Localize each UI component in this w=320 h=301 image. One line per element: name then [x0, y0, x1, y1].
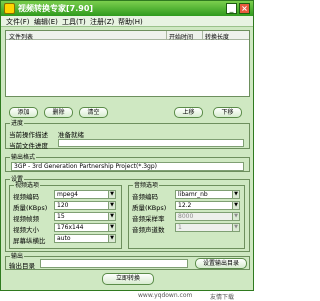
progress-group: 进度 当前操作描述 准备就绪 当前文件进度 — [5, 120, 250, 150]
video-codec-value: mpeg4 — [57, 191, 78, 198]
chevron-down-icon: ▼ — [108, 202, 115, 209]
convert-button[interactable]: 立即转换 — [102, 273, 154, 285]
audio-samplerate-value: 8000 — [178, 213, 194, 220]
current-operation-label: 当前操作描述 — [9, 131, 48, 139]
window-title: 视频转换专家[7.90] — [18, 4, 94, 13]
delete-button[interactable]: 删除 — [44, 107, 73, 118]
chevron-down-icon: ▼ — [232, 202, 239, 209]
video-framerate-label: 视频帧频 — [13, 215, 39, 223]
menu-register[interactable]: 注册(Z) — [90, 17, 114, 27]
app-icon — [4, 3, 15, 14]
video-codec-select[interactable]: mpeg4 ▼ — [54, 190, 116, 199]
audio-channels-label: 音频声道数 — [132, 226, 165, 234]
chevron-down-icon: ▼ — [108, 235, 115, 242]
audio-samplerate-select: 8000 ▼ — [175, 212, 240, 221]
audio-channels-value: 1 — [178, 224, 182, 231]
video-options-group: 视频选项 视频编码 mpeg4 ▼ 质量(KBps) 120 ▼ 视频帧频 15 ▼ … — [9, 182, 122, 249]
video-codec-label: 视频编码 — [13, 193, 39, 201]
audio-options-legend: 音频选项 — [133, 182, 160, 189]
video-quality-select[interactable]: 120 ▼ — [54, 201, 116, 210]
output-format-value: 3GP - 3rd Generation Partnership Project… — [14, 163, 158, 170]
clear-button[interactable]: 清空 — [79, 107, 108, 118]
main-window: 视频转换专家[7.90] _ × 文件(F) 编辑(E) 工具(T) 注册(Z)… — [0, 0, 254, 291]
video-size-label: 视频大小 — [13, 226, 39, 234]
output-dir-label: 输出目录 — [9, 262, 35, 270]
move-up-button[interactable]: 上移 — [174, 107, 203, 118]
current-operation-value: 准备就绪 — [58, 131, 84, 139]
output-format-legend: 输出格式 — [10, 154, 37, 161]
add-button[interactable]: 添加 — [9, 107, 38, 118]
audio-options-group: 音频选项 音频编码 libamr_nb ▼ 质量(KBps) 12.2 ▼ 音频采样… — [128, 182, 245, 249]
settings-group: 设置 视频选项 视频编码 mpeg4 ▼ 质量(KBps) 120 ▼ 视频帧频 1… — [5, 176, 250, 252]
output-format-select[interactable]: 3GP - 3rd Generation Partnership Project… — [11, 162, 244, 171]
aspect-ratio-select[interactable]: auto ▼ — [54, 234, 116, 243]
progress-legend: 进度 — [10, 120, 25, 127]
column-start-time[interactable]: 开始时间 — [169, 32, 193, 41]
menu-tools[interactable]: 工具(T) — [62, 17, 86, 27]
move-down-button[interactable]: 下移 — [213, 107, 242, 118]
minimize-button[interactable]: _ — [226, 3, 237, 14]
audio-samplerate-label: 音频采样率 — [132, 215, 165, 223]
chevron-down-icon: ▼ — [108, 191, 115, 198]
menu-edit[interactable]: 编辑(E) — [34, 17, 58, 27]
audio-codec-select[interactable]: libamr_nb ▼ — [175, 190, 240, 199]
title-bar[interactable]: 视频转换专家[7.90] _ × — [1, 1, 253, 16]
video-quality-label: 质量(KBps) — [13, 204, 48, 212]
column-length[interactable]: 转换长度 — [205, 32, 229, 41]
audio-channels-select: 1 ▼ — [175, 223, 240, 232]
aspect-ratio-label: 屏幕纵横比 — [13, 237, 46, 245]
output-group: 输出 输出目录 设置输出目录 — [5, 253, 250, 270]
set-output-dir-button[interactable]: 设置输出目录 — [195, 258, 247, 269]
chevron-down-icon: ▼ — [232, 224, 239, 231]
aspect-ratio-value: auto — [57, 235, 71, 242]
column-file[interactable]: 文件列表 — [9, 32, 33, 41]
chevron-down-icon: ▼ — [108, 213, 115, 220]
audio-codec-label: 音频编码 — [132, 193, 158, 201]
audio-quality-select[interactable]: 12.2 ▼ — [175, 201, 240, 210]
chevron-down-icon: ▼ — [232, 191, 239, 198]
chevron-down-icon: ▼ — [108, 224, 115, 231]
video-options-legend: 视频选项 — [14, 182, 41, 189]
menu-help[interactable]: 帮助(H) — [118, 17, 143, 27]
video-framerate-value: 15 — [57, 213, 65, 220]
output-dir-input[interactable] — [40, 259, 188, 268]
video-size-select[interactable]: 176x144 ▼ — [54, 223, 116, 232]
file-progress-bar — [58, 139, 244, 147]
file-list-header: 文件列表 开始时间 转换长度 — [6, 31, 249, 41]
video-size-value: 176x144 — [57, 224, 84, 231]
file-progress-label: 当前文件进度 — [9, 142, 48, 150]
output-legend: 输出 — [10, 253, 25, 260]
close-button[interactable]: × — [239, 3, 250, 14]
watermark-bar: www.yqdown.com 友情下载 — [0, 291, 254, 301]
video-framerate-select[interactable]: 15 ▼ — [54, 212, 116, 221]
chevron-down-icon: ▼ — [232, 213, 239, 220]
menu-file[interactable]: 文件(F) — [6, 17, 30, 27]
watermark-site: www.yqdown.com — [138, 292, 193, 299]
audio-quality-value: 12.2 — [178, 202, 192, 209]
video-quality-value: 120 — [57, 202, 69, 209]
menu-bar: 文件(F) 编辑(E) 工具(T) 注册(Z) 帮助(H) — [1, 16, 253, 27]
output-format-group: 输出格式 3GP - 3rd Generation Partnership Pr… — [5, 154, 250, 172]
audio-codec-value: libamr_nb — [178, 191, 208, 198]
audio-quality-label: 质量(KBps) — [132, 204, 167, 212]
file-list[interactable]: 文件列表 开始时间 转换长度 — [5, 30, 250, 97]
